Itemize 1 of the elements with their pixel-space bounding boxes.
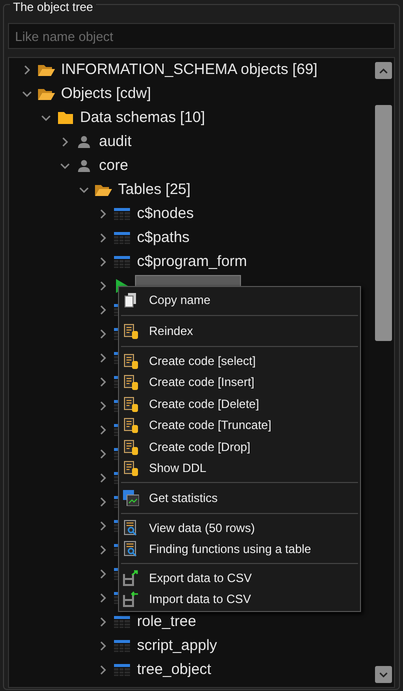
panel-title: The object tree xyxy=(10,0,96,14)
